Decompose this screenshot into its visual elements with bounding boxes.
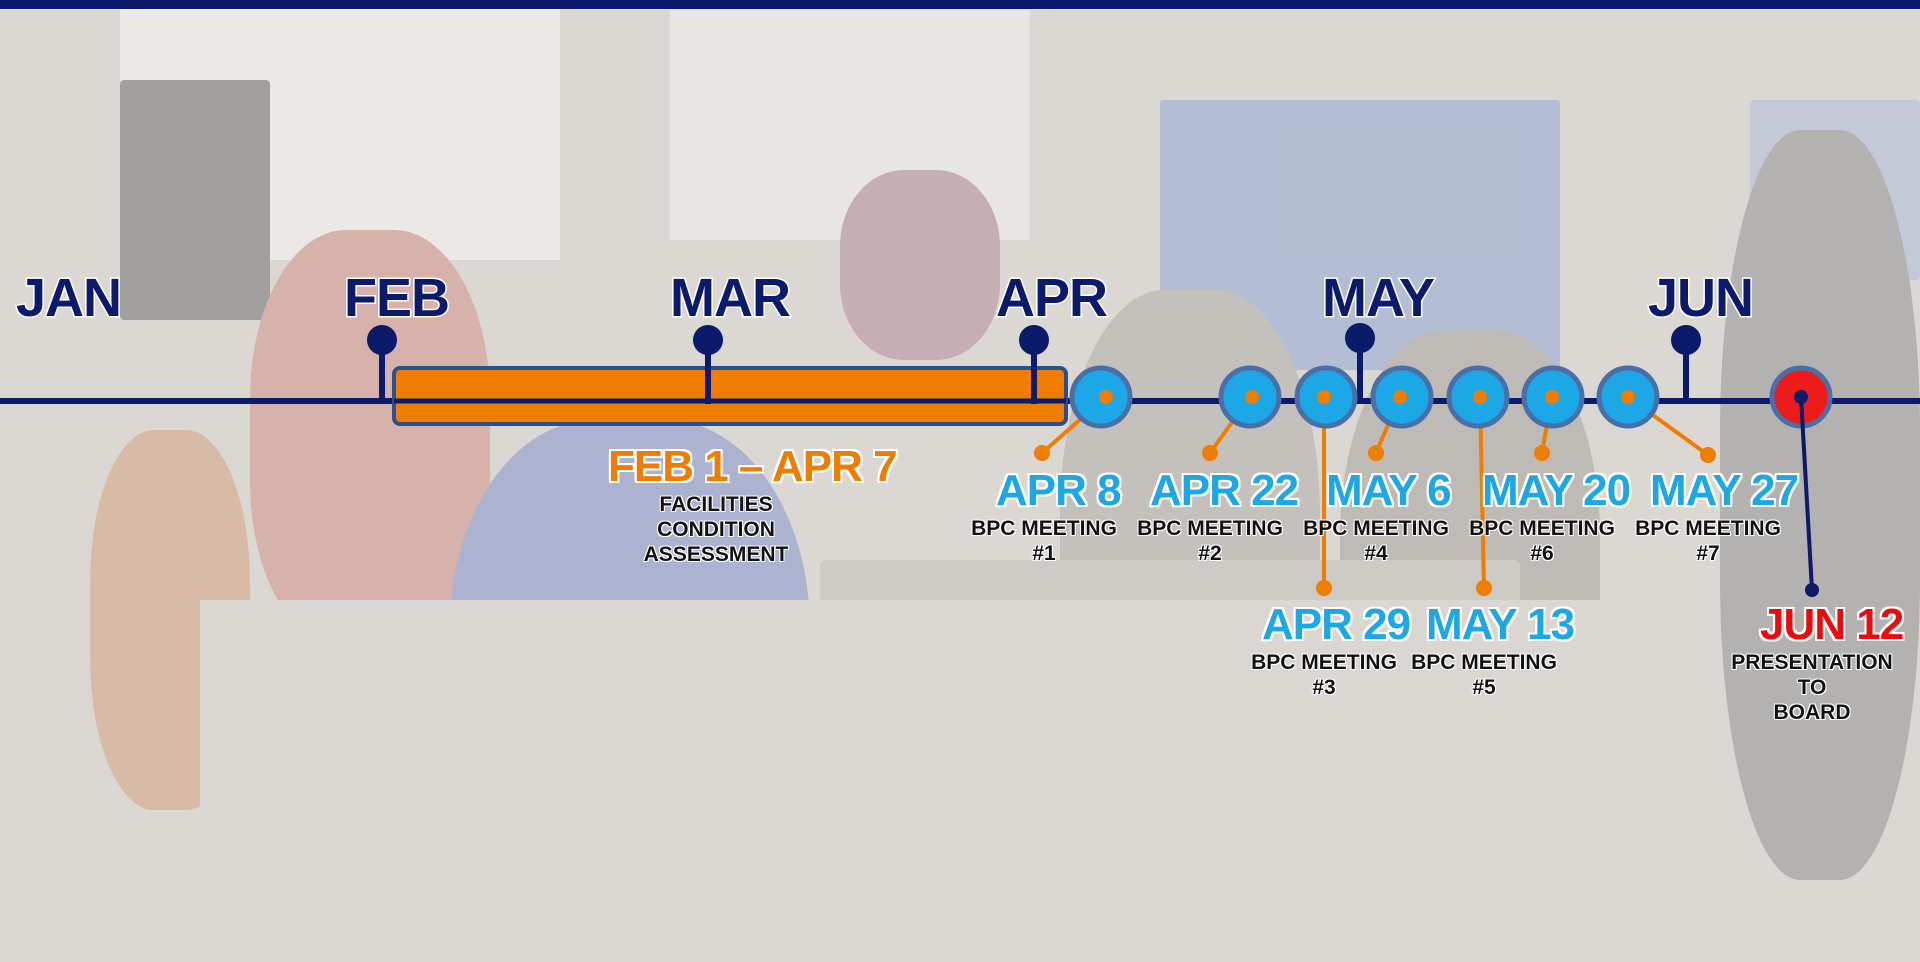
meeting-markers [1069,365,1660,429]
range-event-line-2: CONDITION [657,518,775,541]
meeting-5-description: BPC MEETING #5 [1384,650,1584,700]
final-event-description: PRESENTATION TO BOARD [1712,650,1912,725]
range-event-description: FACILITIES CONDITION ASSESSMENT [616,492,816,567]
meeting-7-description: BPC MEETING #7 [1608,516,1808,566]
meeting-7-number: #7 [1696,542,1720,565]
assessment-range-bar [392,366,1068,426]
range-event-line-1: FACILITIES [659,493,773,516]
meeting-7-label: BPC MEETING [1635,517,1781,540]
range-event-date: FEB 1 – APR 7 [608,442,898,491]
final-event-line-2: TO [1797,676,1827,699]
month-label-jan: JAN [16,268,121,328]
final-event-date: JUN 12 [1760,600,1904,649]
meeting-1-date: APR 8 [996,466,1122,515]
month-label-apr: APR [996,268,1107,328]
meeting-4-date: MAY 6 [1326,466,1452,515]
timeline-graphic: JAN FEB MAR APR MAY JUN [0,267,1920,597]
month-label-jun: JUN [1648,268,1753,328]
meeting-6-date: MAY 20 [1482,466,1631,515]
range-event-line-3: ASSESSMENT [643,543,789,566]
meeting-3-date: APR 29 [1262,600,1411,649]
month-label-feb: FEB [344,268,449,328]
meeting-5-number: #5 [1472,676,1496,699]
final-event-line-1: PRESENTATION [1731,651,1893,674]
meeting-5-label: BPC MEETING [1411,651,1557,674]
meeting-7-date: MAY 27 [1650,466,1799,515]
meeting-5-date: MAY 13 [1426,600,1575,649]
month-label-may: MAY [1322,268,1435,328]
meeting-2-date: APR 22 [1150,466,1299,515]
month-label-mar: MAR [670,268,790,328]
final-event-line-3: BOARD [1773,701,1851,724]
